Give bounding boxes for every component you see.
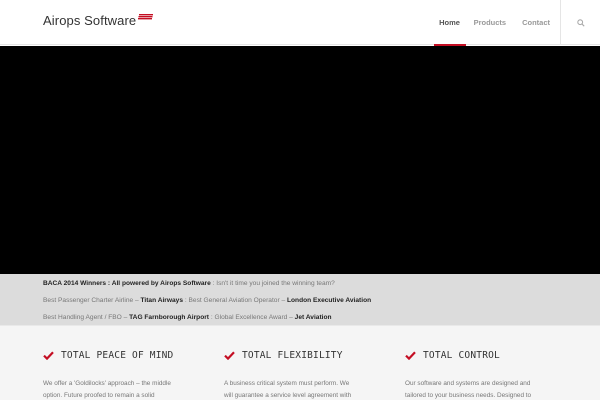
award-line-3: Best Handling Agent / FBO – TAG Farnboro… [43,314,332,321]
feature-body: We offer a 'Goldilocks' approach – the m… [43,378,193,401]
search-button[interactable] [560,0,600,45]
award-winner: Jet Aviation [295,314,332,321]
checkmark-icon [43,351,54,360]
award-tagline: : Isn't it time you joined the winning t… [211,280,335,287]
award-line-2: Best Passenger Charter Airline – Titan A… [43,297,371,304]
site-logo[interactable]: Airops Software [43,11,153,29]
nav-item-home[interactable]: Home [434,0,466,45]
feature-title-text: TOTAL CONTROL [423,350,500,361]
feature-title: TOTAL FLEXIBILITY [224,350,343,361]
feature-body-line: A business critical system must perform.… [224,378,374,390]
award-winner: Titan Airways [141,297,184,304]
feature-body-line: will guarantee a service level agreement… [224,390,374,401]
feature-title: TOTAL PEACE OF MIND [43,350,173,361]
logo-text: Airops Software [43,13,136,28]
award-line-1: BACA 2014 Winners : All powered by Airop… [43,280,335,287]
award-category: Best Passenger Charter Airline – [43,297,141,304]
awards-strip: BACA 2014 Winners : All powered by Airop… [0,274,600,325]
feature-body-line: option. Future proofed to remain a solid [43,390,193,401]
award-winner: TAG Farnborough Airport [129,314,209,321]
search-icon [577,19,585,27]
video-player[interactable] [0,46,600,274]
site-header: Airops Software Home Products Contact [0,0,600,45]
feature-title: TOTAL CONTROL [405,350,500,361]
feature-title-text: TOTAL FLEXIBILITY [242,350,343,361]
award-category: Best Handling Agent / FBO – [43,314,129,321]
main-nav: Home Products Contact [434,0,600,45]
logo-flag-icon [138,14,153,20]
nav-item-contact[interactable]: Contact [514,0,558,45]
award-winner: London Executive Aviation [287,297,371,304]
feature-title-text: TOTAL PEACE OF MIND [61,350,173,361]
nav-item-products[interactable]: Products [466,0,515,45]
feature-body-line: Our software and systems are designed an… [405,378,555,390]
award-category: : Global Excellence Award – [209,314,295,321]
feature-body-line: We offer a 'Goldilocks' approach – the m… [43,378,193,390]
checkmark-icon [224,351,235,360]
feature-body: A business critical system must perform.… [224,378,374,401]
feature-body: Our software and systems are designed an… [405,378,555,401]
features-section: TOTAL PEACE OF MIND We offer a 'Goldiloc… [0,325,600,400]
feature-body-line: tailored to your business needs. Designe… [405,390,555,401]
award-category: : Best General Aviation Operator – [183,297,287,304]
checkmark-icon [405,351,416,360]
award-headline: BACA 2014 Winners : All powered by Airop… [43,280,211,287]
